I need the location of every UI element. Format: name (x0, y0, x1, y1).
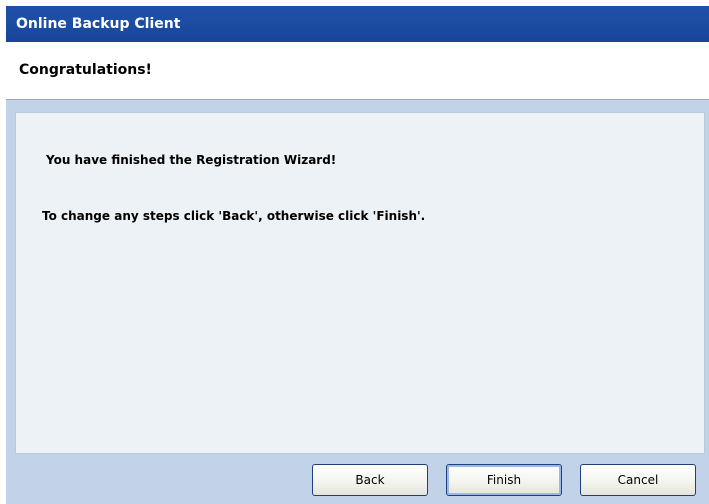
instruction-message: To change any steps click 'Back', otherw… (42, 209, 426, 223)
content-panel: You have finished the Registration Wizar… (15, 112, 705, 454)
cancel-button[interactable]: Cancel (580, 464, 696, 496)
wizard-window: Online Backup Client Congratulations! Yo… (6, 6, 709, 504)
finish-button[interactable]: Finish (446, 464, 562, 496)
page-title: Congratulations! (19, 62, 152, 78)
title-bar[interactable]: Online Backup Client (6, 6, 709, 42)
back-button[interactable]: Back (312, 464, 428, 496)
wizard-header: Congratulations! (6, 42, 709, 100)
window-title: Online Backup Client (16, 16, 181, 32)
finished-message: You have finished the Registration Wizar… (46, 153, 337, 167)
